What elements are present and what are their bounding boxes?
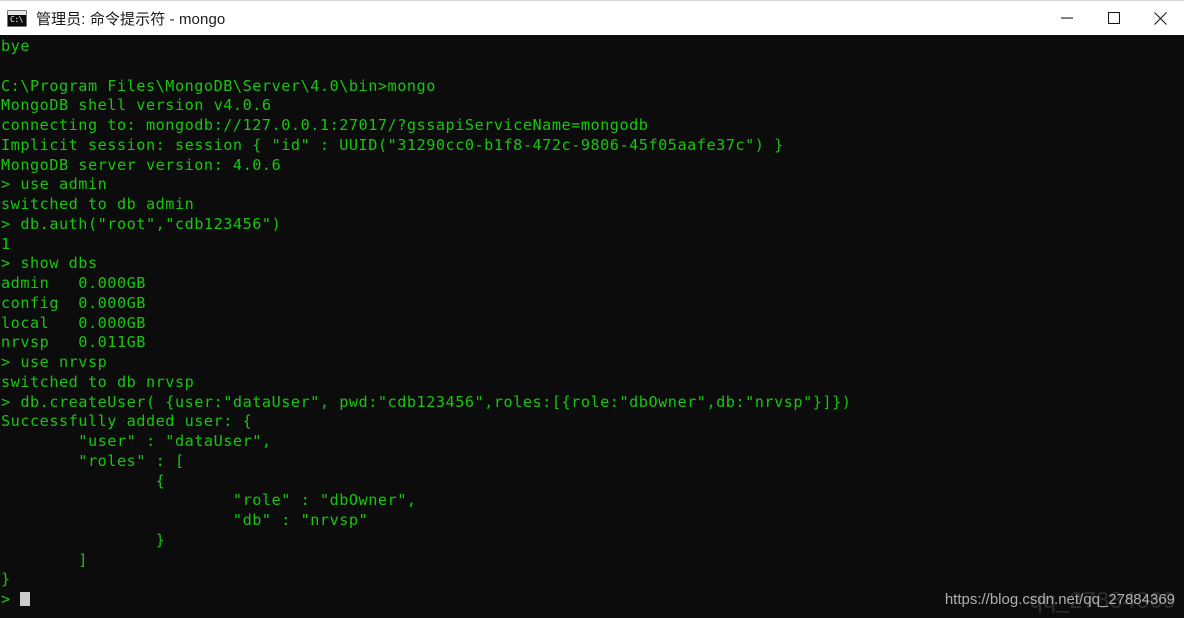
watermark-url: https://blog.csdn.net/qq_27884369 xyxy=(944,591,1175,608)
console-line: switched to db admin xyxy=(1,195,195,213)
console-line: > db.createUser( {user:"dataUser", pwd:"… xyxy=(1,392,852,411)
console-line: "db" : "nrvsp" xyxy=(1,511,369,529)
console-line: config 0.000GB xyxy=(1,293,146,312)
text-cursor xyxy=(20,592,31,606)
console-line: MongoDB server version: 4.0.6 xyxy=(1,155,282,174)
console-line: > use nrvsp xyxy=(1,353,108,371)
console-line: local 0.000GB xyxy=(1,313,146,332)
console-line: connecting to: mongodb://127.0.0.1:27017… xyxy=(1,116,649,134)
console-line: admin 0.000GB xyxy=(1,274,146,292)
console-line: "user" : "dataUser", xyxy=(1,432,272,450)
console-line: C:\Program Files\MongoDB\Server\4.0\bin>… xyxy=(1,76,436,95)
console-line: "role" : "dbOwner", xyxy=(1,491,417,510)
console-line: > db.auth("root","cdb123456") xyxy=(1,214,282,233)
window-controls xyxy=(1043,1,1184,36)
command-prompt-window: C:\ 管理员: 命令提示符 - mongo bye C:\Program Fi… xyxy=(0,0,1184,618)
title-bar[interactable]: C:\ 管理员: 命令提示符 - mongo xyxy=(0,0,1184,35)
cmd-icon: C:\ xyxy=(7,9,27,27)
cmd-icon-glyph: C:\ xyxy=(10,14,23,24)
console-line: nrvsp 0.011GB xyxy=(1,333,146,352)
terminal-output-area[interactable]: bye C:\Program Files\MongoDB\Server\4.0\b… xyxy=(0,35,1184,618)
console-line: Successfully added user: { xyxy=(1,412,253,431)
watermark-ghost: qq_27884369 xyxy=(1029,587,1176,613)
console-line: } xyxy=(1,570,11,589)
console-line: "roles" : [ xyxy=(1,451,185,470)
console-line: Implicit session: session { "id" : UUID(… xyxy=(1,135,784,154)
maximize-icon xyxy=(1107,12,1120,24)
minimize-icon xyxy=(1060,17,1073,19)
maximize-button[interactable] xyxy=(1090,1,1137,36)
window-title: 管理员: 命令提示符 - mongo xyxy=(36,10,226,28)
close-icon xyxy=(1154,11,1167,25)
console-line: bye xyxy=(1,37,30,55)
console-line: 1 xyxy=(1,234,11,253)
console-line: ] xyxy=(1,550,88,569)
console-line: } xyxy=(1,530,166,549)
console-text: bye C:\Program Files\MongoDB\Server\4.0\b… xyxy=(0,37,851,610)
title-bar-left: C:\ 管理员: 命令提示符 - mongo xyxy=(0,8,1043,29)
console-line: MongoDB shell version v4.0.6 xyxy=(1,96,272,115)
console-line: switched to db nrvsp xyxy=(1,372,195,391)
console-line: { xyxy=(1,471,166,490)
console-line: > xyxy=(1,590,851,610)
console-line: > show dbs xyxy=(1,254,98,273)
console-line: > use admin xyxy=(1,175,108,194)
minimize-button[interactable] xyxy=(1043,1,1090,36)
close-button[interactable] xyxy=(1137,1,1184,36)
